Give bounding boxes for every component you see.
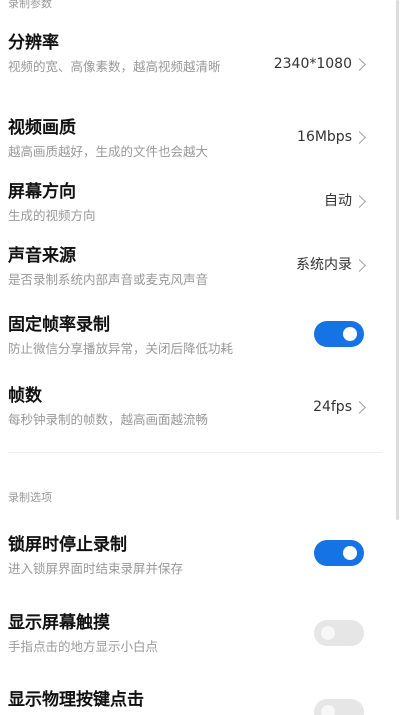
setting-desc: 每秒钟录制的帧数，越高画面越流畅 (8, 412, 209, 427)
show-key-presses-toggle[interactable] (314, 699, 364, 715)
setting-value: 自动 (324, 193, 352, 209)
chevron-right-icon (353, 401, 366, 414)
setting-title: 帧数 (8, 386, 42, 406)
setting-title: 视频画质 (8, 118, 76, 138)
setting-title: 锁屏时停止录制 (8, 535, 127, 555)
toggle-knob (343, 546, 357, 560)
setting-title: 屏幕方向 (8, 182, 76, 202)
fixed-frame-rate-toggle[interactable] (314, 321, 364, 347)
toggle-knob (321, 705, 335, 715)
setting-row-stop-on-lock: 锁屏时停止录制 进入锁屏界面时结束录屏并保存 (0, 534, 390, 582)
setting-value: 16Mbps (297, 129, 352, 145)
setting-value: 24fps (313, 399, 352, 415)
show-touches-toggle[interactable] (314, 620, 364, 646)
setting-title: 声音来源 (8, 246, 76, 266)
section-divider (8, 452, 382, 453)
chevron-right-icon (353, 131, 366, 144)
setting-row-audio-source[interactable]: 声音来源 是否录制系统内部声音或麦克风声音 系统内录 (0, 245, 390, 293)
setting-value: 2340*1080 (273, 56, 352, 72)
setting-desc: 进入锁屏界面时结束录屏并保存 (8, 561, 184, 576)
setting-value: 系统内录 (296, 257, 352, 273)
scrollbar[interactable] (396, 0, 399, 520)
setting-desc: 越高画质越好，生成的文件也会越大 (8, 144, 209, 159)
setting-row-show-key-presses: 显示物理按键点击 (0, 689, 390, 715)
toggle-knob (321, 626, 335, 640)
setting-row-screen-orientation[interactable]: 屏幕方向 生成的视频方向 自动 (0, 181, 390, 229)
setting-title: 分辨率 (8, 33, 59, 53)
chevron-right-icon (353, 195, 366, 208)
setting-row-show-touches: 显示屏幕触摸 手指点击的地方显示小白点 (0, 612, 390, 660)
setting-desc: 防止微信分享播放异常，关闭后降低功耗 (8, 341, 234, 356)
setting-desc: 是否录制系统内部声音或麦克风声音 (8, 272, 209, 287)
setting-title: 显示物理按键点击 (8, 690, 144, 710)
setting-title: 显示屏幕触摸 (8, 613, 110, 633)
section-label-recording-params: 录制参数 (8, 0, 52, 10)
section-label-recording-options: 录制选项 (8, 491, 52, 504)
chevron-right-icon (353, 259, 366, 272)
setting-title: 固定帧率录制 (8, 315, 110, 335)
setting-row-fixed-frame-rate: 固定帧率录制 防止微信分享播放异常，关闭后降低功耗 (0, 314, 390, 362)
setting-desc: 手指点击的地方显示小白点 (8, 639, 159, 654)
toggle-knob (343, 327, 357, 341)
setting-row-frame-rate[interactable]: 帧数 每秒钟录制的帧数，越高画面越流畅 24fps (0, 385, 390, 433)
setting-desc: 生成的视频方向 (8, 208, 96, 223)
setting-desc: 视频的宽、高像素数，越高视频越清晰 (8, 59, 221, 74)
stop-on-lock-toggle[interactable] (314, 540, 364, 566)
setting-row-resolution[interactable]: 分辨率 视频的宽、高像素数，越高视频越清晰 2340*1080 (0, 32, 390, 98)
setting-row-video-quality[interactable]: 视频画质 越高画质越好，生成的文件也会越大 16Mbps (0, 117, 390, 165)
chevron-right-icon (353, 58, 366, 71)
screen-recorder-settings: 录制参数 分辨率 视频的宽、高像素数，越高视频越清晰 2340*1080 视频画… (0, 0, 400, 715)
